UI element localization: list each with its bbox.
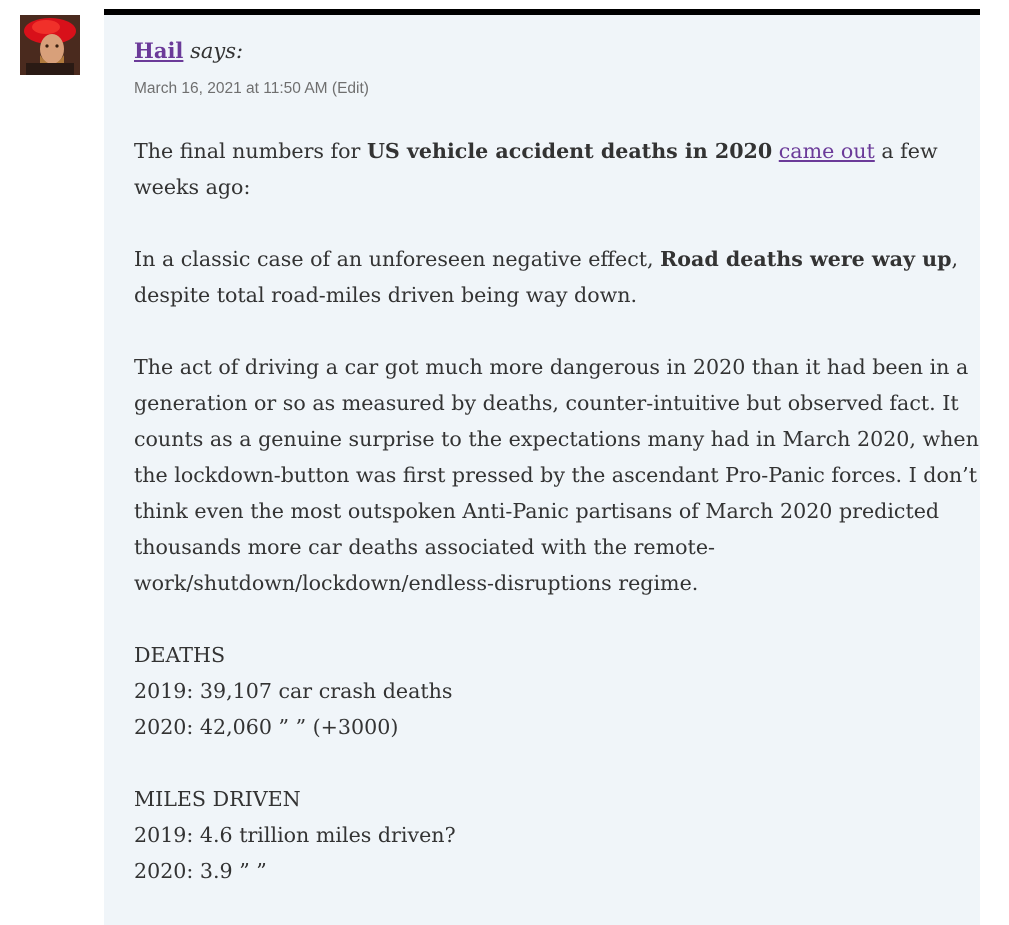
edit-link[interactable]: (Edit) bbox=[332, 80, 369, 97]
p1-bold-text: US vehicle accident deaths in 2020 bbox=[366, 139, 773, 163]
avatar-portrait-image bbox=[20, 15, 80, 75]
deaths-heading: DEATHS bbox=[134, 643, 226, 667]
comment-meta: March 16, 2021 at 11:50 AM (Edit) bbox=[134, 79, 369, 99]
paragraph-2: In a classic case of an unforeseen negat… bbox=[134, 241, 979, 313]
paragraph-1: The final numbers for US vehicle acciden… bbox=[134, 133, 979, 205]
deaths-2020: 2020: 42,060 ” ” (+3000) bbox=[134, 715, 399, 739]
deaths-block: DEATHS 2019: 39,107 car crash deaths 202… bbox=[134, 637, 979, 745]
p2-bold-text: Road deaths were way up bbox=[660, 247, 952, 271]
p1-text-pre: The final numbers for bbox=[134, 139, 367, 163]
comment-author-line: Hail says: bbox=[134, 37, 243, 65]
comment-body: The final numbers for US vehicle acciden… bbox=[134, 133, 979, 925]
comment-panel: Hail says: March 16, 2021 at 11:50 AM (E… bbox=[104, 9, 980, 925]
p2-text-pre: In a classic case of an unforeseen negat… bbox=[134, 247, 661, 271]
avatar[interactable] bbox=[20, 15, 80, 75]
author-link[interactable]: Hail bbox=[134, 38, 183, 63]
miles-heading: MILES DRIVEN bbox=[134, 787, 301, 811]
miles-2020: 2020: 3.9 ” ” bbox=[134, 859, 267, 883]
comment-timestamp-link[interactable]: March 16, 2021 at 11:50 AM bbox=[134, 80, 328, 97]
paragraph-3: The act of driving a car got much more d… bbox=[134, 355, 979, 595]
miles-block: MILES DRIVEN 2019: 4.6 trillion miles dr… bbox=[134, 781, 979, 889]
came-out-link[interactable]: came out bbox=[779, 139, 875, 163]
miles-2019: 2019: 4.6 trillion miles driven? bbox=[134, 823, 456, 847]
deaths-2019: 2019: 39,107 car crash deaths bbox=[134, 679, 453, 703]
says-label: says: bbox=[190, 39, 244, 63]
